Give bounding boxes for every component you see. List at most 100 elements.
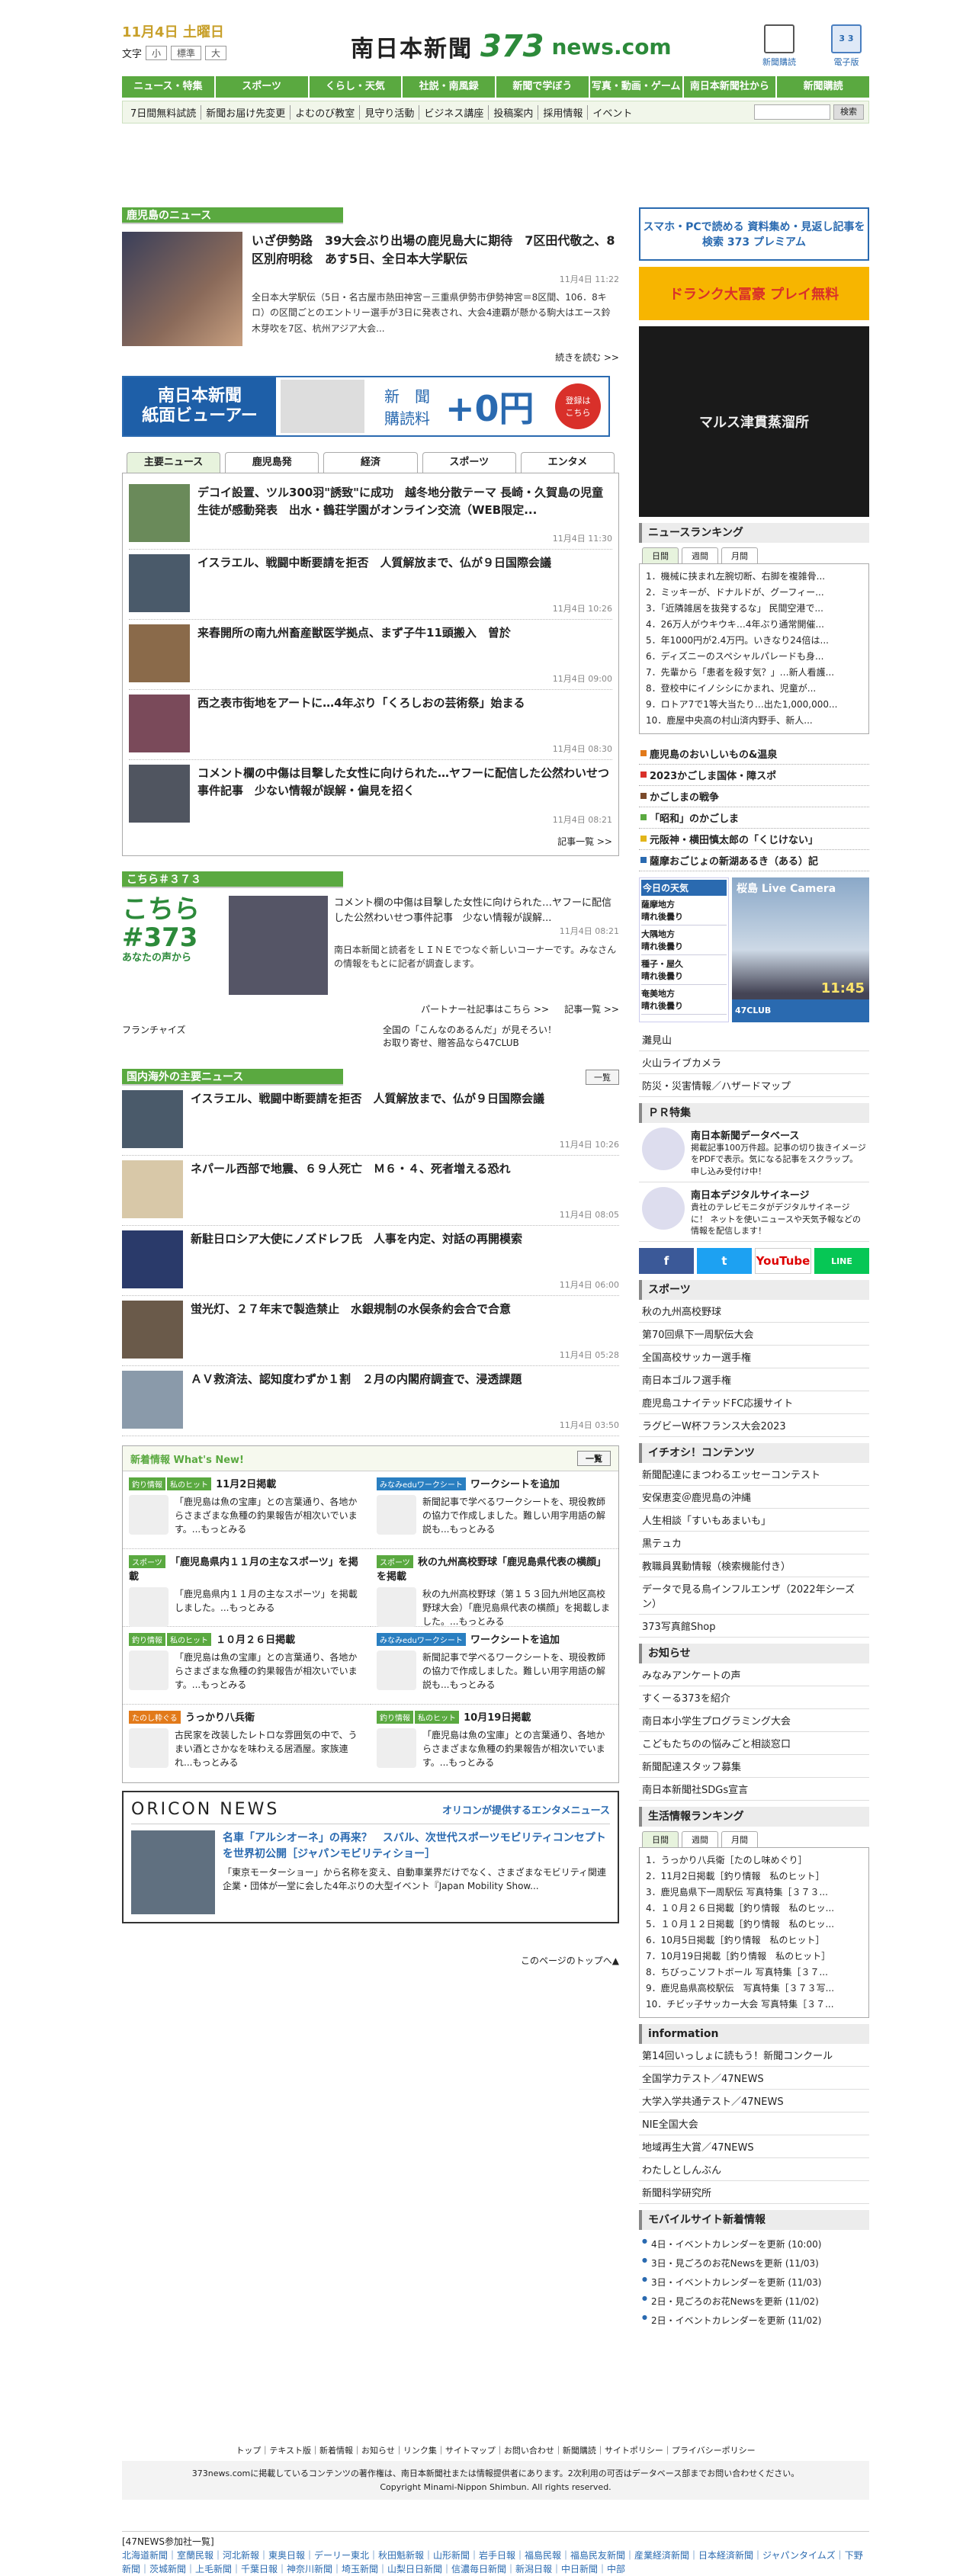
news-title[interactable]: 新駐日ロシア大使にノズドレフ氏 人事を内定、対話の再開模索	[191, 1230, 619, 1248]
whats-new-item[interactable]: スポーツ 「鹿児島県内１１月の主なスポーツ」を掲載 「鹿児島県内１１月の主なスポー…	[123, 1549, 371, 1627]
tab-sports[interactable]: スポーツ	[422, 452, 516, 473]
special-item[interactable]: 「昭和」のかごしま	[639, 807, 869, 829]
47club-link[interactable]: 全国の「こんなのあるんだ」が見そろい！ お取り寄せ、贈答品なら47CLUB	[383, 1023, 619, 1049]
tab-weekly[interactable]: 週間	[682, 547, 718, 563]
list-item[interactable]: デコイ設置、ツル300羽"誘致"に成功 越冬地分散テーマ 長崎・久賀島の児童生徒…	[129, 480, 612, 550]
subnav-item[interactable]: 7日間無料試読	[126, 104, 202, 120]
subnav-item[interactable]: イベント	[588, 105, 637, 120]
subscribe-link[interactable]: 新聞購読	[756, 24, 802, 68]
subnav-item[interactable]: 見守り活動	[360, 104, 420, 120]
game-ad[interactable]: ドランク大冨豪 プレイ無料	[639, 267, 869, 320]
national-list-button[interactable]: 一覧	[586, 1070, 619, 1085]
mobile-update-item[interactable]: 4日・イベントカレンダーを更新 (10:00)	[642, 2234, 866, 2254]
lead-photo[interactable]	[122, 232, 242, 346]
search-input[interactable]	[754, 104, 830, 120]
kochira-title[interactable]: コメント欄の中傷は目撃した女性に向けられた…ヤフーに配信した公然わいせつ事件記事…	[334, 896, 619, 925]
list-item[interactable]: イスラエル、戦闘中断要請を拒否 人質解放まで、仏が９日国際会議 11月4日 10:…	[122, 1086, 619, 1156]
font-size-small-button[interactable]: 小	[146, 46, 168, 60]
kochira-articles-link[interactable]: 記事一覧 >>	[564, 1002, 619, 1015]
notice-link[interactable]: 南日本小学生プログラミング大会	[639, 1709, 869, 1733]
information-link[interactable]: わたしとしんぶん	[639, 2158, 869, 2182]
subnav-item[interactable]: 投稿案内	[489, 104, 539, 120]
digital-edition-link[interactable]: 3 3 電子版	[823, 24, 869, 68]
whats-new-list-button[interactable]: 一覧	[577, 1451, 611, 1466]
special-item[interactable]: 鹿児島のおいしいもの&温泉	[639, 743, 869, 765]
site-logo[interactable]: 南日本新聞 373 news.com	[351, 29, 672, 64]
notice-link[interactable]: こどもたちのの悩みごと相談窓口	[639, 1732, 869, 1756]
contents-link[interactable]: 人生相談「すいもあまいも」	[639, 1509, 869, 1532]
ranking-item[interactable]: 8．登校中にイノシシにかまれ、児童が...	[646, 681, 862, 697]
mobile-update-item[interactable]: 2日・見ごろのお花Newsを更新 (11/02)	[642, 2292, 866, 2311]
tab-daily[interactable]: 日間	[642, 1831, 679, 1848]
news-title[interactable]: ＡＶ救済法、認知度わずか１割 ２月の内閣府調査で、浸透課題	[191, 1371, 619, 1388]
font-size-normal-button[interactable]: 標準	[171, 46, 202, 60]
mobile-update-item[interactable]: 2日・イベントカレンダーを更新 (11/02)	[642, 2311, 866, 2330]
news-title[interactable]: ネパール西部で地震、６９人死亡 Ｍ６・４、死者増える恐れ	[191, 1160, 619, 1178]
contents-link[interactable]: 安保恵変＠鹿児島の沖縄	[639, 1486, 869, 1509]
notice-link[interactable]: みなみアンケートの声	[639, 1663, 869, 1687]
ranking-item[interactable]: 10．チビッ子サッカー大会 写真特集［３７...	[646, 1997, 862, 2013]
ranking-item[interactable]: 1．機械に挟まれ左腕切断、右脚を複雑骨...	[646, 569, 862, 585]
list-item[interactable]: ネパール西部で地震、６９人死亡 Ｍ６・４、死者増える恐れ 11月4日 08:05	[122, 1156, 619, 1226]
ranking-item[interactable]: 8．ちびっこソフトボール 写真特集［３７...	[646, 1965, 862, 1981]
sports-link[interactable]: 全国高校サッカー選手権	[639, 1346, 869, 1369]
read-more-link[interactable]: 続きを読む >>	[122, 351, 619, 371]
list-item[interactable]: 西之表市街地をアートに…4年ぶり「くろしおの芸術祭」始まる 11月4日 08:30	[129, 690, 612, 760]
nav-media[interactable]: 写真・動画・ゲーム	[589, 76, 682, 98]
subnav-item[interactable]: ビジネス講座	[419, 104, 490, 120]
twitter-icon[interactable]: t	[697, 1248, 752, 1275]
contents-link[interactable]: 黒テュカ	[639, 1532, 869, 1555]
ranking-item[interactable]: 7．10月19日掲載［釣り情報 私のヒット］	[646, 1949, 862, 1965]
notice-link[interactable]: すくーる373を紹介	[639, 1686, 869, 1710]
list-item[interactable]: イスラエル、戦闘中断要請を拒否 人質解放まで、仏が９日国際会議 11月4日 10:…	[129, 550, 612, 620]
contents-link[interactable]: 教職員異動情報（検索機能付き）	[639, 1554, 869, 1578]
lead-title[interactable]: いざ伊勢路 39大会ぶり出場の鹿児島大に期待 7区田代敬之、8区別府明稔 あす5…	[252, 232, 619, 268]
contents-link[interactable]: 373写真館Shop	[639, 1615, 869, 1638]
footer-links[interactable]: トップ｜テキスト版｜新着情報｜お知らせ｜リンク集｜サイトマップ｜お問い合わせ｜新…	[122, 2444, 869, 2461]
distillery-ad[interactable]: マルス津貫蒸溜所	[639, 326, 869, 517]
nav-life[interactable]: くらし・天気	[309, 76, 402, 98]
contents-link[interactable]: 新聞配達にまつわるエッセーコンテスト	[639, 1463, 869, 1487]
tab-monthly[interactable]: 月間	[721, 547, 758, 563]
ranking-item[interactable]: 2．ミッキーが、ドナルドが、グーフィー...	[646, 585, 862, 601]
tab-weekly[interactable]: 週間	[682, 1831, 718, 1848]
subnav-item[interactable]: 新聞お届け先変更	[201, 104, 291, 120]
members-list[interactable]: 北海道新聞｜室蘭民報｜河北新報｜東奥日報｜デーリー東北｜秋田魁新報｜山形新聞｜岩…	[122, 2549, 869, 2576]
news-title[interactable]: 蛍光灯、２７年末で製造禁止 水銀規制の水俣条約会合で合意	[191, 1301, 619, 1318]
oricon-logo[interactable]: ORICON NEWS	[131, 1800, 279, 1819]
nav-editorial[interactable]: 社説・南風録	[403, 76, 495, 98]
live-camera[interactable]: 桜島 Live Camera 11:45 47CLUB	[732, 877, 869, 1022]
info-link[interactable]: 防災・災害情報／ハザードマップ	[639, 1074, 869, 1097]
whats-new-item[interactable]: たのし粋ぐる うっかり八兵衛 古民家を改装したレトロな雰囲気の中で、うまい酒とさか…	[123, 1705, 371, 1782]
page-top-link[interactable]: このページのトップへ▲	[122, 1954, 619, 1967]
list-item[interactable]: 蛍光灯、２７年末で製造禁止 水銀規制の水俣条約会合で合意 11月4日 05:28	[122, 1296, 619, 1366]
news-title[interactable]: デコイ設置、ツル300羽"誘致"に成功 越冬地分散テーマ 長崎・久賀島の児童生徒…	[197, 484, 612, 518]
47club-banner[interactable]: 47CLUB	[732, 999, 869, 1022]
tab-kagoshima[interactable]: 鹿児島発	[225, 452, 319, 473]
sports-link[interactable]: 第70回県下一周駅伝大会	[639, 1323, 869, 1346]
ranking-item[interactable]: 9．鹿児島県高校駅伝 写真特集［３７３写...	[646, 1981, 862, 1997]
special-item[interactable]: かごしまの戦争	[639, 786, 869, 807]
lead-article[interactable]: いざ伊勢路 39大会ぶり出場の鹿児島大に期待 7区田代敬之、8区別府明稔 あす5…	[122, 224, 619, 351]
info-link[interactable]: 灘見山	[639, 1028, 869, 1051]
special-item[interactable]: 元阪神・横田慎太郎の「くじけない」	[639, 829, 869, 850]
facebook-icon[interactable]: f	[639, 1248, 694, 1275]
partner-link[interactable]: パートナー社記事はこちら >>	[421, 1002, 549, 1015]
list-item[interactable]: 新駐日ロシア大使にノズドレフ氏 人事を内定、対話の再開模索 11月4日 06:00	[122, 1226, 619, 1296]
line-icon[interactable]: LINE	[814, 1248, 869, 1275]
sports-link[interactable]: 鹿児島ユナイテッドFC応援サイト	[639, 1391, 869, 1415]
pr-item[interactable]: 南日本新聞データベース 掲載記事100万件超。記事の切り抜きイメージをPDFで表示…	[639, 1123, 869, 1183]
sports-link[interactable]: 南日本ゴルフ選手権	[639, 1368, 869, 1392]
whats-new-item[interactable]: スポーツ 秋の九州高校野球「鹿児島県代表の横顔」を掲載 秋の九州高校野球（第１５３…	[371, 1549, 618, 1627]
ranking-item[interactable]: 7．先輩から「患者を殺す気？」…新人看護...	[646, 665, 862, 681]
list-item[interactable]: ＡＶ救済法、認知度わずか１割 ２月の内閣府調査で、浸透課題 11月4日 03:50	[122, 1366, 619, 1436]
search-button[interactable]: 検索	[833, 104, 864, 120]
information-link[interactable]: NIE全国大会	[639, 2112, 869, 2136]
kochira-photo[interactable]	[229, 896, 328, 995]
font-size-large-button[interactable]: 大	[205, 46, 227, 60]
mobile-update-item[interactable]: 3日・見ごろのお花Newsを更新 (11/03)	[642, 2254, 866, 2273]
notice-link[interactable]: 南日本新聞社SDGs宣言	[639, 1778, 869, 1801]
news-title[interactable]: イスラエル、戦闘中断要請を拒否 人質解放まで、仏が９日国際会議	[197, 554, 612, 572]
notice-link[interactable]: 新聞配達スタッフ募集	[639, 1755, 869, 1779]
news-title[interactable]: コメント欄の中傷は目撃した女性に向けられた…ヤフーに配信した公然わいせつ事件記事…	[197, 765, 612, 799]
